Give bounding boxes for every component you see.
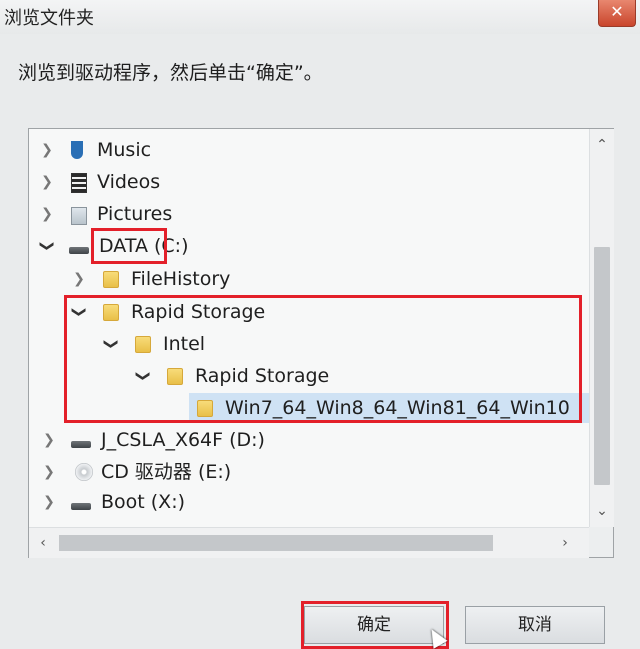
tree-item-music[interactable]: ❯ Music	[29, 135, 589, 165]
tree-item-intel[interactable]: ❯ Intel	[29, 329, 589, 359]
tree-item-cd-drive[interactable]: ❯ CD 驱动器 (E:)	[29, 457, 589, 487]
tree-item-boot-drive[interactable]: ❯ Boot (X:)	[29, 487, 589, 517]
scroll-left-icon[interactable]: ‹	[31, 531, 55, 555]
horizontal-scroll-thumb[interactable]	[59, 535, 493, 551]
tree-item-label: DATA (C:)	[99, 235, 189, 257]
chevron-down-icon[interactable]: ❯	[64, 304, 94, 320]
tree-item-label: Win7_64_Win8_64_Win81_64_Win10	[225, 397, 570, 419]
drive-icon	[71, 503, 91, 510]
chevron-right-icon[interactable]: ❯	[39, 199, 55, 229]
tree-item-driver-folder[interactable]: Win7_64_Win8_64_Win81_64_Win10	[189, 393, 589, 423]
chevron-right-icon[interactable]: ❯	[41, 425, 57, 455]
tree-item-filehistory[interactable]: ❯ FileHistory	[29, 264, 589, 294]
picture-icon	[71, 207, 87, 225]
tree-item-label: J_CSLA_X64F (D:)	[101, 429, 265, 451]
chevron-right-icon[interactable]: ❯	[71, 264, 87, 294]
close-icon: ✕	[610, 2, 624, 21]
tree-item-label: Videos	[97, 171, 161, 193]
tree-item-d-drive[interactable]: ❯ J_CSLA_X64F (D:)	[29, 425, 589, 455]
tree-item-rapid-storage[interactable]: ❯ Rapid Storage	[29, 297, 589, 327]
tree-item-label: Pictures	[97, 203, 173, 225]
tree-item-label: Boot (X:)	[101, 491, 186, 513]
tree-item-label: Music	[97, 139, 152, 161]
instruction-text: 浏览到驱动程序，然后单击“确定”。	[18, 62, 323, 84]
scroll-down-icon[interactable]: ⌄	[590, 499, 614, 523]
chevron-right-icon[interactable]: ❯	[39, 135, 55, 165]
music-icon	[71, 141, 83, 159]
tree-item-label: Rapid Storage	[195, 365, 330, 387]
folder-tree[interactable]: ❯ Music ❯ Videos ❯ Pictures ❯ DATA (C:) …	[28, 128, 614, 558]
scrollbar-corner	[589, 527, 613, 557]
folder-icon	[103, 304, 119, 321]
cd-drive-icon	[75, 463, 93, 481]
tree-item-videos[interactable]: ❯ Videos	[29, 167, 589, 197]
chevron-right-icon[interactable]: ❯	[41, 487, 57, 517]
folder-icon	[135, 336, 151, 353]
video-icon	[71, 173, 87, 193]
vertical-scrollbar[interactable]: ⌃ ⌄	[589, 129, 614, 527]
chevron-down-icon[interactable]: ❯	[96, 336, 126, 352]
horizontal-scrollbar[interactable]: ‹ ›	[29, 527, 589, 558]
folder-icon	[103, 271, 119, 288]
ok-button[interactable]: 确定	[304, 606, 444, 644]
tree-item-label: FileHistory	[131, 268, 231, 290]
tree-item-data-drive[interactable]: ❯ DATA (C:)	[29, 231, 589, 261]
window-title: 浏览文件夹	[4, 8, 94, 29]
vertical-scroll-thumb[interactable]	[594, 247, 610, 485]
scroll-right-icon[interactable]: ›	[553, 531, 577, 555]
scroll-up-icon[interactable]: ⌃	[590, 133, 614, 157]
close-button[interactable]: ✕	[598, 0, 636, 27]
tree-content: ❯ Music ❯ Videos ❯ Pictures ❯ DATA (C:) …	[29, 129, 589, 527]
cancel-button[interactable]: 取消	[465, 606, 605, 644]
drive-icon	[71, 441, 91, 448]
folder-icon	[167, 368, 183, 385]
tree-item-label: Rapid Storage	[131, 301, 266, 323]
drive-icon	[69, 247, 89, 254]
tree-item-label: Intel	[163, 333, 206, 355]
tree-item-label: CD 驱动器 (E:)	[101, 461, 232, 483]
tree-item-rapid-storage-nested[interactable]: ❯ Rapid Storage	[29, 361, 589, 391]
chevron-down-icon[interactable]: ❯	[32, 238, 62, 254]
title-bar: 浏览文件夹 ✕	[0, 0, 640, 34]
chevron-right-icon[interactable]: ❯	[39, 167, 55, 197]
chevron-down-icon[interactable]: ❯	[128, 368, 158, 384]
tree-item-pictures[interactable]: ❯ Pictures	[29, 199, 589, 229]
chevron-right-icon[interactable]: ❯	[41, 457, 57, 487]
folder-icon	[197, 400, 213, 417]
